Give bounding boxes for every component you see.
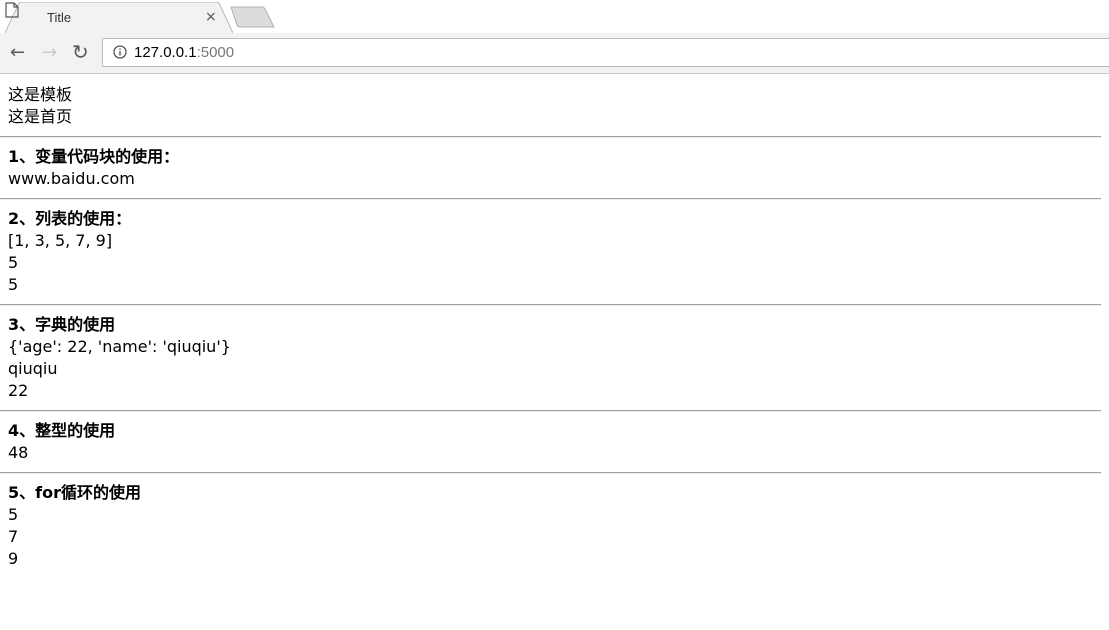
info-icon[interactable] bbox=[113, 45, 127, 59]
tab-strip: Title × bbox=[0, 0, 1109, 33]
section-value: [1, 3, 5, 7, 9] bbox=[8, 231, 113, 250]
tab-shape bbox=[5, 2, 233, 33]
section-value: 7 bbox=[8, 527, 19, 546]
section-value: 5 bbox=[8, 275, 19, 294]
section-value: 48 bbox=[8, 443, 29, 462]
url-host: 127.0.0.1 bbox=[134, 44, 197, 61]
reload-icon[interactable]: ↻ bbox=[72, 40, 89, 64]
new-tab-button[interactable] bbox=[230, 6, 276, 28]
section-value: qiuqiu bbox=[8, 359, 58, 378]
page-content: 这是模板 这是首页 1、变量代码块的使用： www.baidu.com 2、列表… bbox=[0, 74, 1109, 570]
section-heading: 4、整型的使用 bbox=[8, 421, 116, 440]
divider bbox=[0, 198, 1101, 200]
section-heading: 5、for循环的使用 bbox=[8, 483, 141, 502]
section-value: 9 bbox=[8, 549, 19, 568]
section-value: 5 bbox=[8, 253, 19, 272]
divider bbox=[0, 472, 1101, 474]
page-icon bbox=[5, 2, 19, 18]
url-text[interactable]: 127.0.0.1:5000 bbox=[134, 44, 234, 61]
divider bbox=[0, 304, 1101, 306]
close-icon[interactable]: × bbox=[205, 9, 217, 25]
intro-line: 这是首页 bbox=[8, 107, 73, 126]
tab-title[interactable]: Title × bbox=[5, 2, 233, 33]
intro-line: 这是模板 bbox=[8, 85, 73, 104]
tab-title-label: Title bbox=[47, 10, 72, 25]
section-heading: 2、列表的使用： bbox=[8, 209, 132, 228]
back-arrow-icon[interactable]: ← bbox=[10, 42, 25, 63]
section-value: 22 bbox=[8, 381, 29, 400]
url-port: :5000 bbox=[196, 44, 235, 61]
section-heading: 1、变量代码块的使用： bbox=[8, 147, 180, 166]
section-value: www.baidu.com bbox=[8, 169, 135, 188]
browser-toolbar: ← → ↻ 127.0.0.1:5000 bbox=[0, 33, 1109, 74]
section-heading: 3、字典的使用 bbox=[8, 315, 116, 334]
section-value: 5 bbox=[8, 505, 19, 524]
address-bar[interactable]: 127.0.0.1:5000 bbox=[102, 38, 1109, 67]
divider bbox=[0, 410, 1101, 412]
section-value: {'age': 22, 'name': 'qiuqiu'} bbox=[8, 337, 231, 356]
forward-arrow-icon[interactable]: → bbox=[42, 42, 57, 63]
divider bbox=[0, 136, 1101, 138]
